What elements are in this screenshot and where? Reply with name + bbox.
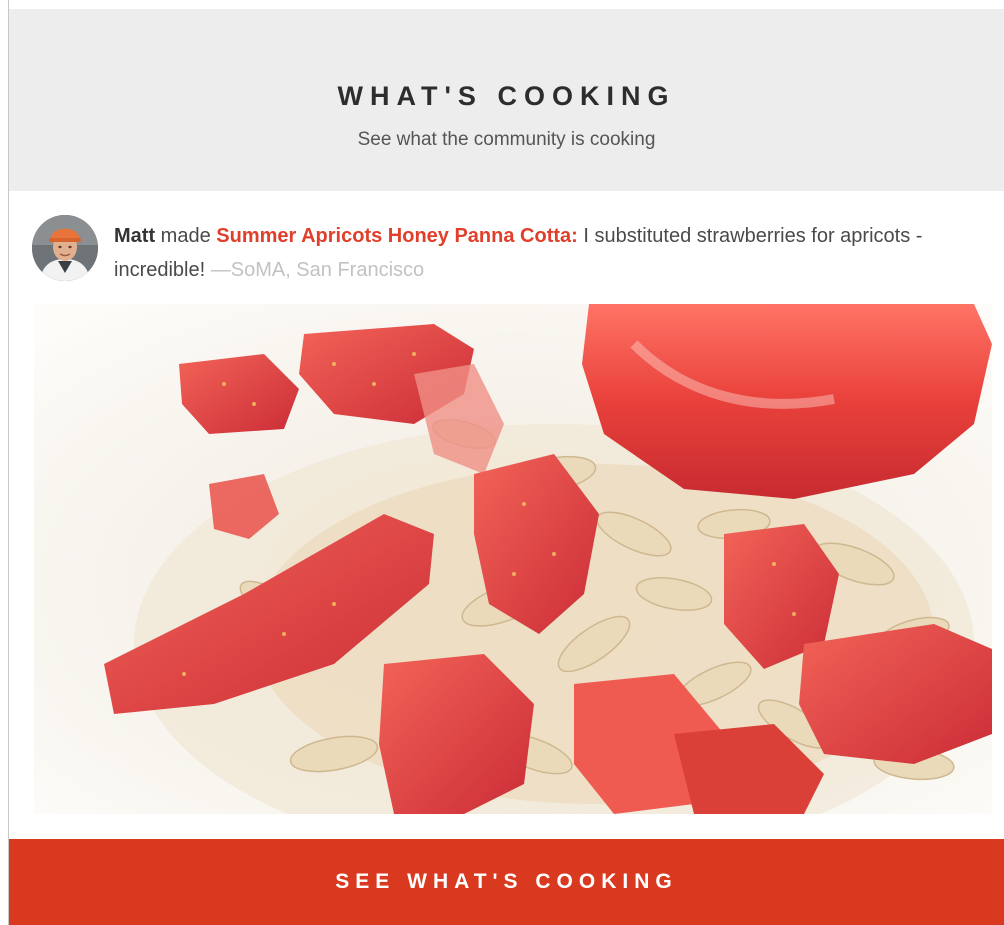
post-user-name[interactable]: Matt — [114, 225, 155, 247]
post-location: —SoMA, San Francisco — [210, 259, 425, 281]
recipe-colon: : — [571, 225, 578, 247]
section-subtitle: See what the community is cooking — [357, 129, 656, 150]
recipe-link[interactable]: Summer Apricots Honey Panna Cotta — [216, 225, 571, 247]
post-text: Matt made Summer Apricots Honey Panna Co… — [114, 219, 994, 287]
section-title: WHAT'S COOKING — [337, 81, 676, 111]
dish-photo[interactable] — [34, 304, 992, 814]
avatar[interactable] — [32, 215, 98, 281]
post-verb: made — [160, 225, 211, 247]
see-whats-cooking-label: SEE WHAT'S COOKING — [335, 870, 678, 893]
see-whats-cooking-button[interactable]: SEE WHAT'S COOKING — [9, 839, 1004, 925]
community-post: Matt made Summer Apricots Honey Panna Co… — [32, 215, 994, 290]
whats-cooking-header: WHAT'S COOKING See what the community is… — [9, 9, 1004, 191]
